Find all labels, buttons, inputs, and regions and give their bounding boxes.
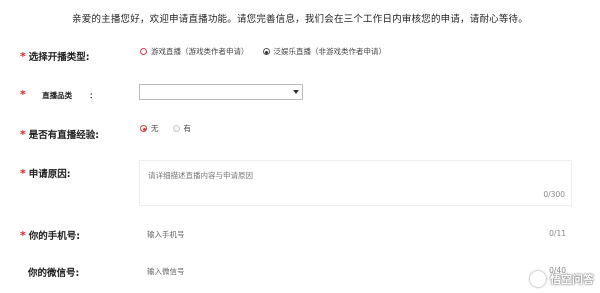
required-mark: * [20, 167, 26, 180]
radio-option-entertainment-label: 泛娱乐直播（非游戏类作者申请） [273, 47, 387, 56]
phone-label-text: 你的手机号: [28, 231, 81, 242]
radio-option-game[interactable]: 游戏直播（游戏类作者申请） [140, 46, 249, 57]
category-label-text: 直播品类 [42, 91, 73, 100]
radio-option-game-label: 游戏直播（游戏类作者申请） [151, 47, 249, 56]
phone-input[interactable]: 输入手机号 0/11 [139, 225, 572, 243]
radio-option-yes[interactable]: 有 [172, 123, 192, 134]
radio-unchecked-icon[interactable] [172, 125, 180, 132]
reason-char-counter: 0/300 [543, 190, 565, 199]
radio-checked-icon[interactable] [262, 48, 270, 55]
radio-checked-icon[interactable] [140, 125, 147, 132]
radio-option-yes-label: 有 [183, 124, 192, 133]
broadcast-type-label-text: 选择开播类型: [28, 52, 90, 63]
caret-down-icon[interactable] [293, 90, 299, 94]
phone-label: * 你的手机号: [20, 228, 80, 242]
reason-textarea[interactable]: 请详细描述直播内容与申请原因 0/300 [139, 160, 572, 206]
broadcast-type-label: * 选择开播类型: [20, 49, 90, 63]
radio-option-no[interactable]: 无 [140, 123, 159, 134]
wukong-logo-icon [530, 271, 546, 287]
wechat-input[interactable]: 输入微信号 0/40 [139, 262, 572, 280]
broadcast-type-radio-group: 游戏直播（游戏类作者申请） 泛娱乐直播（非游戏类作者申请） [140, 46, 400, 57]
watermark: 悟空问答 [530, 271, 594, 287]
reason-label: * 申请原因: [20, 166, 71, 180]
phone-placeholder: 输入手机号 [147, 230, 185, 239]
reason-label-text: 申请原因: [28, 169, 71, 180]
radio-unchecked-icon[interactable] [140, 48, 147, 55]
category-label-colon: ： [89, 91, 97, 100]
radio-option-entertainment[interactable]: 泛娱乐直播（非游戏类作者申请） [262, 46, 387, 57]
watermark-text: 悟空问答 [550, 273, 594, 286]
notice-text: 亲爱的主播您好，欢迎申请直播功能。请您完善信息，我们会在三个工作日内审核您的申请… [72, 14, 528, 25]
radio-option-no-label: 无 [151, 124, 159, 133]
experience-label: * 是否有直播经验: [20, 127, 99, 141]
wechat-label-text: 你的微信号: [28, 268, 80, 279]
phone-char-counter: 0/11 [549, 229, 566, 238]
required-mark: * [20, 88, 26, 101]
category-select[interactable] [139, 84, 303, 100]
experience-label-text: 是否有直播经验: [28, 130, 100, 141]
required-mark: * [20, 229, 26, 242]
category-label: * 直播品类 ： [20, 88, 97, 101]
reason-placeholder: 请详细描述直播内容与申请原因 [148, 171, 253, 180]
experience-radio-group: 无 有 [140, 123, 205, 134]
required-mark: * [20, 128, 26, 141]
wechat-label: 你的微信号: [28, 265, 79, 279]
required-mark: * [20, 50, 26, 63]
wechat-placeholder: 输入微信号 [147, 267, 185, 276]
